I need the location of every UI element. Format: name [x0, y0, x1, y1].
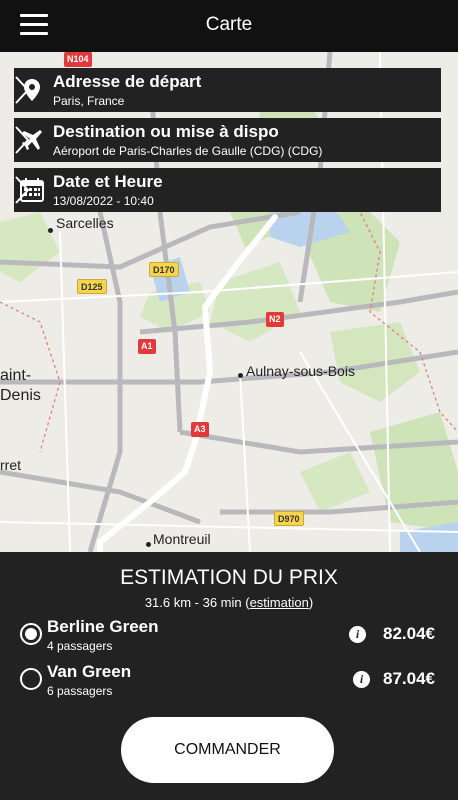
- info-icon[interactable]: i: [349, 626, 366, 643]
- destination-value: Aéroport de Paris-Charles de Gaulle (CDG…: [53, 144, 323, 158]
- page-title: Carte: [205, 14, 253, 35]
- map-dot: [48, 228, 53, 233]
- datetime-value: 13/08/2022 - 10:40: [53, 194, 154, 208]
- top-bar: Carte: [0, 0, 458, 52]
- map-label-rret: rret: [0, 457, 21, 473]
- map-dot: [146, 542, 151, 547]
- option-passengers: 4 passagers: [47, 639, 113, 653]
- map-label-montreuil: Montreuil: [153, 531, 211, 547]
- road-badge: D125: [77, 279, 107, 294]
- radio-selected[interactable]: [20, 623, 42, 645]
- estimate-paren: ): [308, 595, 314, 610]
- option-name: Van Green: [47, 662, 132, 681]
- map-label-aulnay: Aulnay-sous-Bois: [246, 363, 355, 379]
- road-badge: D970: [274, 511, 304, 526]
- option-passengers: 6 passagers: [47, 684, 113, 698]
- map-label-denis: Denis: [0, 387, 41, 404]
- estimate-link[interactable]: estimation: [250, 595, 309, 610]
- estimate-distance-duration: 31.6 km - 36 min (: [144, 595, 250, 610]
- road-badge: N104: [64, 52, 92, 67]
- road-badge: A3: [191, 422, 209, 437]
- price-estimate-panel: ESTIMATION DU PRIX 31.6 km - 36 min (est…: [0, 552, 458, 800]
- estimate-summary: 31.6 km - 36 min (estimation): [0, 595, 458, 610]
- map-view[interactable]: Sarcelles Aulnay-sous-Bois Montreuil ain…: [0, 52, 458, 552]
- chevron-right-icon: [15, 176, 30, 204]
- departure-value: Paris, France: [53, 94, 125, 108]
- chevron-right-icon: [15, 126, 30, 154]
- destination-card[interactable]: Destination ou mise à dispo Aéroport de …: [14, 118, 441, 162]
- map-label-saint: aint-: [0, 367, 32, 384]
- departure-address-card[interactable]: Adresse de départ Paris, France: [14, 68, 441, 112]
- destination-title: Destination ou mise à dispo: [53, 122, 279, 141]
- road-badge: D170: [149, 262, 179, 277]
- date-time-card[interactable]: Date et Heure 13/08/2022 - 10:40: [14, 168, 441, 212]
- radio-unselected[interactable]: [20, 668, 42, 690]
- map-dot: [238, 373, 243, 378]
- road-badge: N2: [266, 312, 284, 327]
- info-icon[interactable]: i: [353, 671, 370, 688]
- road-badge: A1: [138, 339, 156, 354]
- option-price: 87.04€: [383, 669, 435, 688]
- option-price: 82.04€: [383, 624, 435, 643]
- departure-title: Adresse de départ: [53, 72, 202, 91]
- option-van-green[interactable]: Van Green 6 passagers i 87.04€: [18, 662, 443, 702]
- chevron-right-icon: [15, 76, 30, 104]
- order-button[interactable]: COMMANDER: [121, 717, 334, 783]
- option-name: Berline Green: [47, 617, 159, 636]
- datetime-title: Date et Heure: [53, 172, 163, 191]
- estimate-title: ESTIMATION DU PRIX: [120, 566, 338, 589]
- map-label-sarcelles: Sarcelles: [56, 215, 114, 231]
- option-berline-green[interactable]: Berline Green 4 passagers i 82.04€: [18, 617, 443, 657]
